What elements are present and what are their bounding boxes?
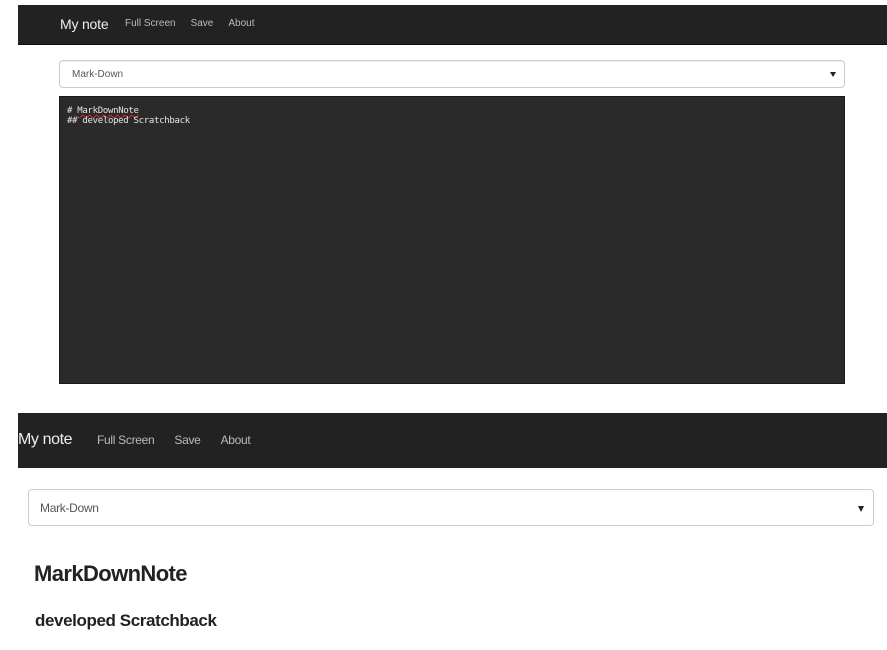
nav-link-save[interactable]: Save (174, 433, 200, 447)
navbar-links: Full Screen Save About (97, 433, 270, 447)
nav-link-save[interactable]: Save (191, 18, 214, 29)
nav-link-full-screen[interactable]: Full Screen (125, 18, 176, 29)
nav-link-about[interactable]: About (228, 18, 254, 29)
preview-heading-1: MarkDownNote (34, 561, 188, 586)
app-stage: My note Full Screen Save About Mark-Down… (0, 0, 887, 650)
navbar-brand[interactable]: My note (18, 431, 73, 449)
spellcheck-word: MarkDownNote (77, 106, 139, 116)
preview-heading-2: developed Scratchback (35, 611, 217, 630)
mode-select-value: Mark-Down (40, 501, 99, 515)
editor-line: ## developed Scratchback (67, 116, 190, 126)
nav-link-about[interactable]: About (221, 433, 251, 447)
mode-select[interactable]: Mark-Down (59, 60, 845, 88)
mode-select-value: Mark-Down (72, 69, 124, 80)
nav-link-full-screen[interactable]: Full Screen (97, 433, 155, 447)
navbar-links: Full Screen Save About (125, 18, 270, 29)
navbar-brand[interactable]: My note (60, 16, 109, 32)
editor-line: # MarkDownNote (67, 106, 139, 116)
editor-line-prefix: # (67, 106, 78, 116)
top-navbar: My note Full Screen Save About (18, 5, 887, 45)
markdown-editor[interactable]: # MarkDownNote ## developed Scratchback (59, 96, 845, 384)
mode-select[interactable]: Mark-Down (28, 489, 874, 526)
caret-down-icon (858, 506, 864, 512)
bottom-navbar: My note Full Screen Save About (18, 413, 887, 468)
caret-down-icon (830, 72, 836, 77)
